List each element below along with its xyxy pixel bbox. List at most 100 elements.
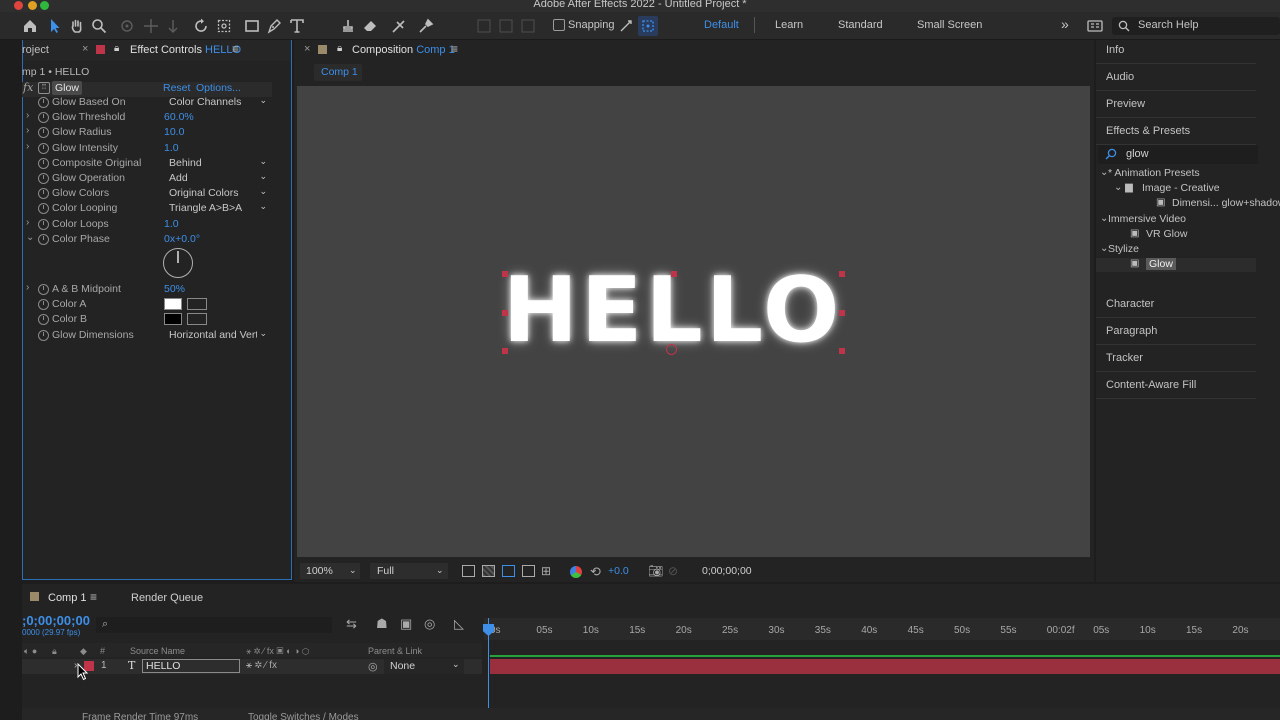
effect-property-row[interactable]: Glow Operation Add ⌄ xyxy=(24,171,274,186)
property-dropdown[interactable]: Original Colors ⌄ xyxy=(164,186,270,200)
panel-item-audio[interactable]: Audio xyxy=(1106,71,1134,83)
layer-handle[interactable] xyxy=(839,310,845,316)
layer-name-field[interactable]: HELLO xyxy=(142,659,240,673)
color-channels-icon[interactable] xyxy=(570,566,582,578)
panel-item-content-aware-fill[interactable]: Content-Aware Fill xyxy=(1106,379,1196,391)
hide-shy-layers-icon[interactable]: ▣ xyxy=(400,616,412,632)
snapshot-icon[interactable]: 📷︎ xyxy=(648,564,663,578)
color-phase-dial[interactable] xyxy=(163,248,193,278)
col-source-name[interactable]: Source Name xyxy=(130,646,185,656)
color-swatch[interactable] xyxy=(164,313,182,326)
twirl-icon[interactable]: › xyxy=(26,125,29,136)
comp-subtab[interactable]: Comp 1 xyxy=(314,64,362,81)
panel-item-preview[interactable]: Preview xyxy=(1106,98,1145,110)
comp-panel-menu-icon[interactable]: ≡ xyxy=(451,42,458,56)
eyedropper-icon[interactable] xyxy=(187,298,207,311)
workspace-learn[interactable]: Learn xyxy=(775,19,803,31)
resolution-select[interactable]: Full ⌄ xyxy=(370,563,448,579)
layer-switches[interactable]: ⚹ ✲ ⁄ fx xyxy=(246,660,277,671)
effect-property-row[interactable]: › Glow Threshold 60.0% xyxy=(24,110,274,125)
time-ruler[interactable] xyxy=(484,618,1280,640)
twirl-icon[interactable]: ⌄ xyxy=(26,232,34,243)
layer-duration-bar[interactable] xyxy=(490,659,1280,674)
workspace-small-screen[interactable]: Small Screen xyxy=(917,19,982,31)
twirl-icon[interactable]: › xyxy=(26,141,29,152)
draft-3d-icon[interactable]: ☗ xyxy=(376,616,388,632)
stopwatch-icon[interactable] xyxy=(38,329,49,341)
stopwatch-icon[interactable] xyxy=(38,299,49,311)
effect-property-row[interactable]: Color Looping Triangle A>B>A ⌄ xyxy=(24,201,274,216)
stopwatch-icon[interactable] xyxy=(38,157,49,169)
roto-brush-tool-icon[interactable] xyxy=(389,16,409,36)
orbit-camera-icon[interactable] xyxy=(117,16,137,36)
pen-tool-icon[interactable] xyxy=(264,16,284,36)
property-dropdown[interactable]: Triangle A>B>A ⌄ xyxy=(164,201,270,215)
close-comp-tab-icon[interactable]: × xyxy=(304,43,310,55)
region-of-interest-icon[interactable] xyxy=(462,565,475,577)
comp-mini-flowchart-icon[interactable]: ⇆ xyxy=(346,616,357,632)
layer-handle[interactable] xyxy=(502,271,508,277)
anchor-point-tool-icon[interactable] xyxy=(214,16,234,36)
snap-edges-icon[interactable] xyxy=(616,16,636,36)
parent-select[interactable]: None ⌄ xyxy=(384,659,464,674)
eyedropper-icon[interactable] xyxy=(187,313,207,326)
property-value[interactable]: 50% xyxy=(164,283,185,295)
pan-camera-icon[interactable] xyxy=(141,16,161,36)
effects-tree-row[interactable] xyxy=(1096,258,1256,273)
exposure-value[interactable]: +0.0 xyxy=(608,565,629,577)
zoom-select[interactable]: 100% ⌄ xyxy=(300,563,360,579)
workspace-overflow-icon[interactable]: » xyxy=(1061,16,1069,32)
stopwatch-icon[interactable] xyxy=(38,233,49,245)
col-parent-link[interactable]: Parent & Link xyxy=(368,646,422,656)
timeline-menu-icon[interactable]: ≡ xyxy=(90,590,97,604)
rotation-tool-icon[interactable] xyxy=(191,16,211,36)
clone-stamp-tool-icon[interactable] xyxy=(338,16,358,36)
stopwatch-icon[interactable] xyxy=(38,314,49,326)
panel-item-info[interactable]: Info xyxy=(1106,44,1124,56)
effect-reset-link[interactable]: Reset xyxy=(163,82,190,94)
workspace-menu-icon[interactable] xyxy=(1085,16,1105,36)
color-swatch[interactable] xyxy=(164,298,182,311)
mask-visibility-icon[interactable] xyxy=(502,565,515,577)
dolly-camera-icon[interactable] xyxy=(163,16,183,36)
snap-features-icon[interactable] xyxy=(638,16,658,36)
property-value[interactable]: 1.0 xyxy=(164,142,179,154)
effect-property-row[interactable]: Glow Based On Color Channels ⌄ xyxy=(24,95,274,110)
timeline-tab[interactable]: Comp 1 xyxy=(48,592,87,604)
panel-item-character[interactable]: Character xyxy=(1106,298,1154,310)
effect-controls-tab[interactable]: Effect Controls HELLO xyxy=(130,44,241,56)
pickwhip-icon[interactable]: ◎ xyxy=(368,660,378,673)
zoom-tool-icon[interactable] xyxy=(89,16,109,36)
type-tool-icon[interactable] xyxy=(287,16,307,36)
effects-search-field[interactable]: glow xyxy=(1098,145,1258,164)
effect-property-row[interactable]: Glow Dimensions Horizontal and Verti ⌄ xyxy=(24,328,274,343)
panel-item-paragraph[interactable]: Paragraph xyxy=(1106,325,1157,337)
effect-property-row[interactable]: Color B xyxy=(24,312,274,327)
layer-handle[interactable] xyxy=(502,310,508,316)
stopwatch-icon[interactable] xyxy=(38,142,49,154)
property-value[interactable]: 1.0 xyxy=(164,218,179,230)
workspace-standard[interactable]: Standard xyxy=(838,19,883,31)
transparency-grid-icon[interactable] xyxy=(482,565,495,577)
effect-property-row[interactable]: › A & B Midpoint 50% xyxy=(24,282,274,297)
property-value[interactable]: 10.0 xyxy=(164,126,184,138)
layer-handle[interactable] xyxy=(839,271,845,277)
timeline-search-field[interactable]: ⌕ xyxy=(96,617,332,633)
frame-blending-icon[interactable]: ◎ xyxy=(424,616,435,632)
home-icon[interactable] xyxy=(20,16,40,36)
stopwatch-icon[interactable] xyxy=(38,97,49,108)
twirl-icon[interactable]: › xyxy=(26,217,29,228)
workspace-default[interactable]: Default xyxy=(704,19,739,31)
render-queue-tab[interactable]: Render Queue xyxy=(131,592,203,604)
effect-name[interactable]: Glow xyxy=(52,81,82,95)
search-help-field[interactable]: Search Help xyxy=(1112,17,1280,35)
close-tab-icon[interactable]: × xyxy=(82,43,88,55)
lock-icon[interactable]: 🔒︎ xyxy=(114,43,119,54)
twirl-icon[interactable]: › xyxy=(26,110,29,121)
stopwatch-icon[interactable] xyxy=(38,173,49,184)
anchor-point-icon[interactable] xyxy=(666,344,677,355)
stopwatch-icon[interactable] xyxy=(38,218,49,230)
property-dropdown[interactable]: Add ⌄ xyxy=(164,171,270,185)
toggle-switches-modes[interactable]: Toggle Switches / Modes xyxy=(248,712,359,720)
views-icon[interactable]: ⊞ xyxy=(541,564,555,578)
